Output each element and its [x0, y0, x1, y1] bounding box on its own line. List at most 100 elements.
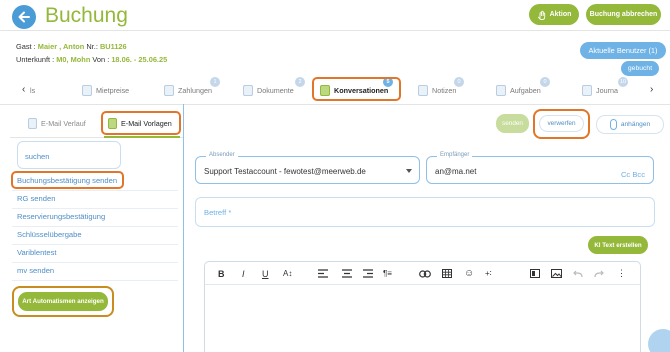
tab-details[interactable]: ls [30, 82, 35, 98]
help-fab[interactable] [648, 329, 670, 352]
tab-notizen[interactable]: Notizen 0 [418, 77, 464, 98]
bold-icon[interactable]: B [218, 268, 225, 279]
link-icon[interactable] [419, 268, 431, 279]
template-search-input[interactable]: suchen [17, 141, 121, 169]
tab-badge: 2 [295, 77, 305, 87]
current-users-button[interactable]: Aktuelle Benutzer (1) [580, 42, 666, 59]
tab-badge: 0 [540, 77, 550, 87]
highlight-discard [533, 109, 590, 139]
attach-button[interactable]: anhängen [596, 115, 664, 134]
recipient-label: Empfänger [437, 152, 473, 158]
tab-badge: 0 [454, 77, 464, 87]
ai-text-button[interactable]: KI Text erstellen [588, 236, 648, 254]
tabs-next-icon[interactable]: › [650, 84, 653, 95]
tab-label: Zahlungen [178, 85, 212, 95]
back-button[interactable] [12, 5, 36, 29]
tab-label: Notizen [432, 85, 457, 95]
more-options-icon[interactable]: ⋮ [617, 268, 626, 279]
align-right-icon[interactable] [363, 268, 373, 279]
template-item[interactable]: Schlüsselübergabe [17, 230, 82, 239]
font-size-icon[interactable]: A↕ [283, 268, 292, 279]
subtab-email-verlauf[interactable]: E-Mail Verlauf [28, 115, 86, 131]
send-button[interactable]: senden [496, 114, 529, 133]
guest-name: Maier , Anton [37, 42, 85, 51]
tab-label: Mietpreise [96, 85, 130, 95]
accommodation-label: Unterkunft : [16, 55, 57, 64]
list-divider [12, 190, 178, 191]
period-value: 18.06. - 25.06.25 [111, 55, 168, 64]
tabs-prev-icon[interactable]: ‹ [22, 84, 25, 95]
paperclip-icon [609, 119, 617, 130]
sender-label: Absender [206, 152, 238, 158]
message-editor[interactable]: B I U A↕ ¶≡ ☺ +∶ ⋮ [204, 261, 641, 352]
cc-bcc-toggle[interactable]: Cc Bcc [621, 170, 645, 179]
highlight-vorlagen [101, 111, 181, 135]
recipient-field[interactable]: Empfänger an@ma.net Cc Bcc [426, 152, 654, 184]
highlight-konversationen [312, 77, 401, 101]
subject-placeholder: Betreff * [204, 208, 232, 217]
list-divider [12, 262, 178, 263]
template-item[interactable]: RG senden [17, 194, 55, 203]
aktion-button[interactable]: Aktion [529, 4, 579, 25]
document-icon [243, 84, 253, 96]
sender-select[interactable]: Absender Support Testaccount - fewotest@… [195, 152, 420, 184]
header-divider [0, 30, 670, 31]
highlight-automation [12, 286, 114, 317]
template-item[interactable]: Reservierungsbestätigung [17, 212, 105, 221]
period-label: Von : [90, 55, 112, 64]
tab-aufgaben[interactable]: Aufgaben 0 [496, 77, 550, 98]
list-divider [12, 280, 178, 281]
page-title: Buchung [45, 4, 128, 27]
paragraph-icon[interactable]: ¶≡ [383, 268, 392, 279]
list-divider [12, 208, 178, 209]
tab-label: Dokumente [257, 85, 294, 95]
table-icon[interactable] [442, 268, 452, 279]
tabs-divider [0, 104, 670, 105]
attach-label: anhängen [620, 121, 651, 128]
tab-mietpreise[interactable]: Mietpreise [82, 82, 129, 98]
undo-icon[interactable] [573, 268, 583, 279]
arrow-left-icon [18, 11, 30, 23]
recipient-value: an@ma.net [435, 167, 477, 176]
payment-icon [164, 84, 174, 96]
template-item[interactable]: Variblentest [17, 248, 57, 257]
list-divider [12, 226, 178, 227]
subject-field[interactable]: Betreff * [195, 197, 655, 227]
price-icon [82, 84, 92, 96]
tab-journal[interactable]: Journa 10 [582, 77, 628, 98]
task-icon [496, 84, 506, 96]
template-block-icon[interactable] [530, 268, 540, 279]
hand-icon [537, 10, 545, 20]
highlight-template [11, 171, 124, 189]
redo-icon[interactable] [594, 268, 604, 279]
booking-nr-label: Nr.: [84, 42, 100, 51]
align-center-icon[interactable] [342, 268, 352, 279]
aktion-label: Aktion [549, 11, 572, 18]
note-icon [418, 84, 428, 96]
underline-icon[interactable]: U [262, 268, 269, 279]
tab-dokumente[interactable]: Dokumente 2 [243, 77, 305, 98]
list-divider [12, 244, 178, 245]
editor-toolbar: B I U A↕ ¶≡ ☺ +∶ ⋮ [205, 262, 640, 285]
cancel-booking-button[interactable]: Buchung abbrechen [586, 4, 661, 25]
subtab-label: E-Mail Verlauf [41, 118, 86, 128]
emoji-icon[interactable]: ☺ [464, 268, 474, 279]
tab-label: Journa [596, 85, 618, 95]
tab-label: Aufgaben [510, 85, 541, 95]
italic-icon[interactable]: I [242, 268, 245, 279]
journal-icon [582, 84, 592, 96]
status-badge[interactable]: gebucht [621, 61, 659, 76]
template-item[interactable]: mv senden [17, 266, 54, 275]
subtab-active-indicator [104, 136, 180, 138]
caret-down-icon [406, 169, 412, 173]
align-left-icon[interactable] [318, 268, 328, 279]
guest-label: Gast : [16, 42, 38, 51]
tab-zahlungen[interactable]: Zahlungen 1 [164, 77, 220, 98]
panel-divider [183, 104, 184, 352]
image-icon[interactable] [551, 268, 562, 279]
sender-value: Support Testaccount - fewotest@meerweb.d… [204, 167, 366, 176]
insert-icon[interactable]: +∶ [485, 268, 492, 279]
tab-label: ls [30, 85, 36, 95]
guest-info: Gast : Maier , Anton Nr.: BU1126 [16, 42, 127, 51]
accommodation-name: M0, Mohn [56, 55, 91, 64]
